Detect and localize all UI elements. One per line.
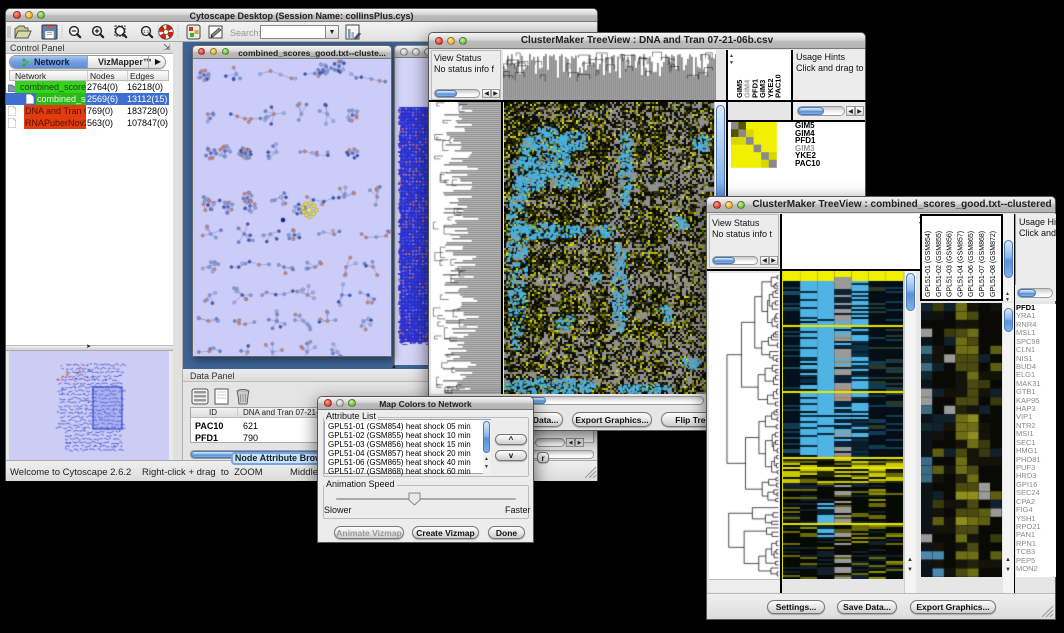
svg-text:GPL51-03 (GSM856): GPL51-03 (GSM856) [947, 231, 954, 297]
svg-text:GPL51-06 (GSM865): GPL51-06 (GSM865) [968, 231, 975, 297]
svg-text:PAC10: PAC10 [774, 74, 783, 98]
svg-text:GPL51-02 (GSM855): GPL51-02 (GSM855) [936, 231, 943, 297]
svg-text:GPL51-08 (GSM872): GPL51-08 (GSM872) [990, 231, 997, 297]
svg-text:GPL51-01 (GSM854): GPL51-01 (GSM854) [925, 231, 932, 297]
svg-text:GPL51-04 (GSM857): GPL51-04 (GSM857) [957, 231, 964, 297]
svg-text:GPL51-07 (GSM868): GPL51-07 (GSM868) [979, 231, 986, 297]
svg-text:1:1: 1:1 [143, 29, 150, 34]
